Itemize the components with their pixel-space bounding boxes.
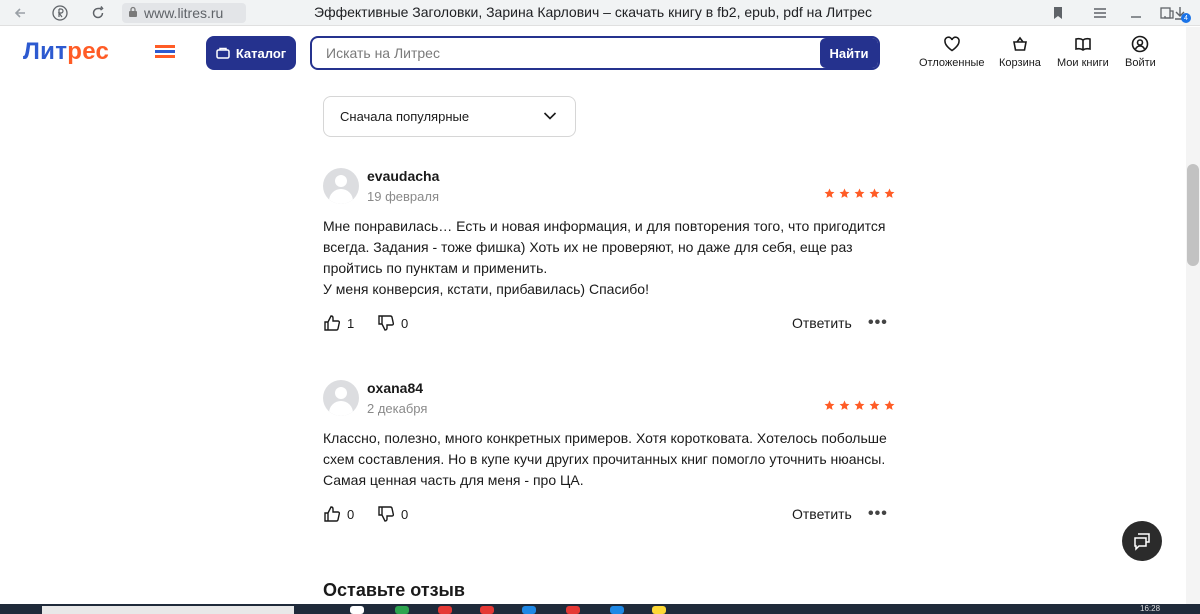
review-actions: 0 0 Ответить ••• [323, 505, 895, 525]
os-taskbar: 16:28 [0, 604, 1200, 614]
taskbar-app-icon[interactable] [480, 606, 494, 614]
like-button[interactable]: 0 [323, 505, 354, 523]
rating-stars [824, 400, 895, 411]
chat-icon [1134, 533, 1150, 551]
star-icon [884, 400, 895, 410]
taskbar-app-icon[interactable] [652, 606, 666, 614]
search-input[interactable] [326, 38, 806, 68]
heart-icon [943, 36, 960, 52]
catalog-label: Каталог [235, 45, 287, 61]
reply-button[interactable]: Ответить [792, 315, 852, 331]
thumbs-down-icon [378, 315, 395, 331]
star-icon [854, 188, 865, 198]
chevron-down-icon [543, 112, 557, 120]
review-paragraph: Мне понравилась… Есть и новая информация… [323, 218, 886, 276]
chat-button[interactable] [1122, 521, 1162, 561]
book-icon [1075, 37, 1091, 51]
like-count: 0 [347, 506, 355, 522]
more-options-icon[interactable]: ••• [868, 314, 888, 332]
taskbar-search[interactable] [42, 606, 294, 614]
bookmark-icon[interactable] [1048, 3, 1068, 23]
downloads-badge: 4 [1181, 13, 1191, 23]
cart-label: Корзина [999, 57, 1041, 69]
login-label: Войти [1125, 57, 1156, 69]
review-author[interactable]: oxana84 [367, 380, 423, 396]
star-icon [869, 400, 880, 410]
star-icon [884, 188, 895, 198]
star-icon [839, 400, 850, 410]
logo-text-accent: рес [67, 38, 110, 65]
site-header: Литрес Каталог Найти Отложенные Корзина … [0, 27, 1200, 79]
sort-selected-label: Сначала популярные [340, 109, 470, 124]
like-count: 1 [347, 315, 355, 331]
cart-icon [1012, 36, 1027, 51]
reply-button[interactable]: Ответить [792, 506, 852, 522]
lock-icon [128, 6, 138, 21]
scrollbar-thumb[interactable] [1187, 164, 1199, 266]
review-text: Мне понравилась… Есть и новая информация… [323, 216, 895, 300]
star-icon [824, 188, 835, 198]
star-icon [854, 400, 865, 410]
menu-icon[interactable] [1090, 3, 1110, 23]
dislike-count: 0 [401, 506, 409, 522]
logo-text-main: Лит [23, 38, 68, 65]
taskbar-app-icon[interactable] [522, 606, 536, 614]
thumbs-down-icon [378, 506, 395, 522]
taskbar-app-icon[interactable] [566, 606, 580, 614]
url-text: www.litres.ru [144, 5, 224, 21]
cart-button[interactable]: Корзина [999, 35, 1041, 75]
minimize-icon[interactable] [1126, 3, 1146, 23]
back-arrow-icon[interactable] [10, 3, 30, 23]
leave-review-heading: Оставьте отзыв [323, 580, 465, 600]
taskbar-app-icon[interactable] [395, 606, 409, 614]
review-author[interactable]: evaudacha [367, 168, 439, 184]
catalog-button[interactable]: Каталог [206, 36, 296, 70]
search-button[interactable]: Найти [820, 38, 878, 68]
review-paragraph: Классно, полезно, много конкретных приме… [323, 430, 887, 488]
scrollbar-track[interactable] [1186, 27, 1200, 605]
dislike-button[interactable]: 0 [377, 505, 408, 523]
review-text: Классно, полезно, много конкретных приме… [323, 428, 895, 491]
taskbar-clock: 16:28 [1140, 604, 1161, 613]
rating-stars [824, 188, 895, 199]
dislike-button[interactable]: 0 [377, 314, 408, 332]
user-icon [1132, 35, 1149, 53]
thumbs-up-icon [324, 315, 341, 331]
review-date: 19 февраля [367, 189, 439, 204]
browser-toolbar: www.litres.ru Эффективные Заголовки, Зар… [0, 0, 1200, 26]
review-date: 2 декабря [367, 401, 428, 416]
litres-logo[interactable]: Литрес [23, 38, 109, 66]
review-card: oxana84 2 декабря Классно, полезно, мног… [323, 380, 895, 530]
avatar [323, 168, 359, 204]
my-books-button[interactable]: Мои книги [1057, 35, 1109, 75]
saved-label: Отложенные [919, 57, 985, 69]
catalog-icon [216, 47, 230, 59]
taskbar-app-icon[interactable] [438, 606, 452, 614]
my-books-label: Мои книги [1057, 57, 1109, 69]
review-actions: 1 0 Ответить ••• [323, 314, 895, 334]
thumbs-up-icon [324, 506, 341, 522]
review-paragraph: У меня конверсия, кстати, прибавилась) С… [323, 281, 649, 297]
saved-button[interactable]: Отложенные [919, 35, 985, 75]
like-button[interactable]: 1 [323, 314, 354, 332]
review-card: evaudacha 19 февраля Мне понравилась… Ес… [323, 168, 895, 338]
taskbar-app-icon[interactable] [350, 606, 364, 614]
dislike-count: 0 [401, 315, 409, 331]
logo-stripes-icon [155, 45, 175, 59]
login-button[interactable]: Войти [1125, 35, 1156, 75]
sort-dropdown[interactable]: Сначала популярные [323, 96, 576, 137]
search-box: Найти [310, 36, 880, 70]
avatar [323, 380, 359, 416]
taskbar-app-icon[interactable] [610, 606, 624, 614]
star-icon [869, 188, 880, 198]
browser-page-title: Эффективные Заголовки, Зарина Карлович –… [314, 4, 873, 20]
yandex-icon[interactable] [50, 3, 70, 23]
address-bar[interactable]: www.litres.ru [122, 3, 246, 23]
reload-icon[interactable] [88, 3, 108, 23]
star-icon [824, 400, 835, 410]
more-options-icon[interactable]: ••• [868, 505, 888, 523]
star-icon [839, 188, 850, 198]
